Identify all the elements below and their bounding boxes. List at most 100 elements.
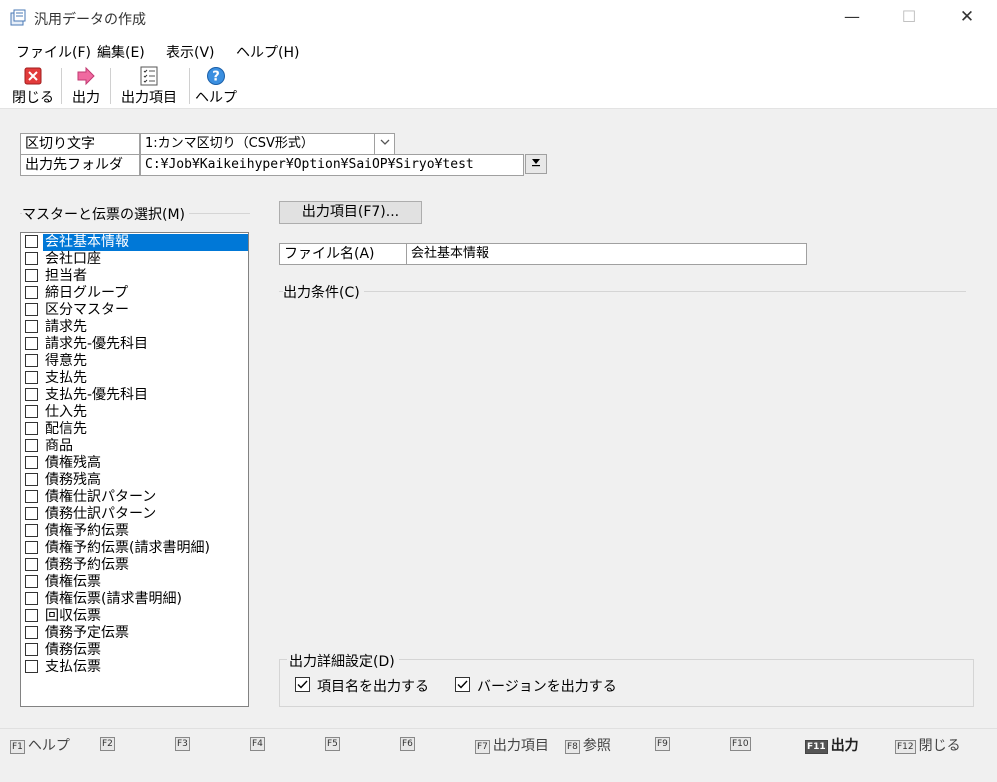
- f8-key-icon: F8: [565, 740, 580, 754]
- list-checkbox[interactable]: [25, 660, 38, 673]
- list-item[interactable]: 債権伝票: [23, 574, 246, 591]
- output-items-tool-button[interactable]: 出力項目: [116, 66, 182, 106]
- output-tool-button[interactable]: 出力: [66, 66, 106, 106]
- list-checkbox[interactable]: [25, 592, 38, 605]
- item-names-label[interactable]: 項目名を出力する: [317, 676, 429, 696]
- delimiter-dropdown-button[interactable]: [374, 133, 395, 155]
- minimize-button[interactable]: —: [829, 0, 875, 36]
- fkey-f6[interactable]: F6: [400, 735, 418, 751]
- list-checkbox[interactable]: [25, 490, 38, 503]
- fkey-f11[interactable]: F11 出力: [805, 735, 859, 755]
- f9-key-icon: F9: [655, 737, 670, 751]
- menu-view[interactable]: 表示(V): [166, 42, 215, 62]
- list-item[interactable]: 債務伝票: [23, 642, 246, 659]
- fkey-f7[interactable]: F7 出力項目: [475, 735, 549, 755]
- list-checkbox[interactable]: [25, 575, 38, 588]
- f3-key-icon: F3: [175, 737, 190, 751]
- fkey-f3[interactable]: F3: [175, 735, 193, 751]
- fkey-f9[interactable]: F9: [655, 735, 673, 751]
- list-item[interactable]: 債務予約伝票: [23, 557, 246, 574]
- list-item[interactable]: 債権伝票(請求書明細): [23, 591, 246, 608]
- fkey-f2[interactable]: F2: [100, 735, 118, 751]
- list-item[interactable]: 商品: [23, 438, 246, 455]
- list-item[interactable]: 回収伝票: [23, 608, 246, 625]
- list-checkbox[interactable]: [25, 626, 38, 639]
- list-item[interactable]: 会社基本情報: [23, 234, 248, 251]
- detail-settings-label: 出力詳細設定(D): [287, 651, 399, 671]
- list-item[interactable]: 債権予約伝票: [23, 523, 246, 540]
- list-checkbox[interactable]: [25, 473, 38, 486]
- list-checkbox[interactable]: [25, 303, 38, 316]
- fkey-f10[interactable]: F10: [730, 735, 754, 751]
- list-checkbox[interactable]: [25, 456, 38, 469]
- folder-input[interactable]: C:¥Job¥Kaikeihyper¥Option¥SaiOP¥Siryo¥te…: [140, 154, 524, 176]
- list-item[interactable]: 得意先: [23, 353, 246, 370]
- checkmark-icon: [297, 680, 308, 689]
- version-checkbox[interactable]: [455, 677, 470, 692]
- list-item[interactable]: 請求先-優先科目: [23, 336, 246, 353]
- help-tool-button[interactable]: ? ヘルプ: [195, 66, 237, 106]
- fkey-f12[interactable]: F12 閉じる: [895, 735, 961, 755]
- maximize-button[interactable]: ☐: [886, 0, 932, 36]
- list-checkbox[interactable]: [25, 422, 38, 435]
- list-checkbox[interactable]: [25, 541, 38, 554]
- list-checkbox[interactable]: [25, 286, 38, 299]
- list-checkbox[interactable]: [25, 405, 38, 418]
- fkey-f4[interactable]: F4: [250, 735, 268, 751]
- f12-key-icon: F12: [895, 740, 916, 754]
- list-item[interactable]: 会社口座: [23, 251, 246, 268]
- list-item[interactable]: 配信先: [23, 421, 246, 438]
- list-checkbox[interactable]: [25, 252, 38, 265]
- master-section-label: マスターと伝票の選択(M): [22, 204, 190, 224]
- list-item[interactable]: 債権予約伝票(請求書明細): [23, 540, 246, 557]
- fkey-f1[interactable]: F1 ヘルプ: [10, 735, 70, 755]
- menu-edit[interactable]: 編集(E): [97, 42, 145, 62]
- list-checkbox[interactable]: [25, 337, 38, 350]
- list-item[interactable]: 担当者: [23, 268, 246, 285]
- list-checkbox[interactable]: [25, 558, 38, 571]
- filename-input[interactable]: 会社基本情報: [406, 243, 807, 265]
- delimiter-select[interactable]: 1:カンマ区切り（CSV形式）: [140, 133, 375, 155]
- app-icon: [9, 9, 27, 27]
- close-tool-button[interactable]: 閉じる: [10, 66, 56, 106]
- list-item[interactable]: 支払先: [23, 370, 246, 387]
- version-label[interactable]: バージョンを出力する: [477, 676, 617, 696]
- folder-browse-button[interactable]: [525, 154, 547, 174]
- master-list[interactable]: 会社基本情報 会社口座 担当者 締日グループ 区分マスター 請求先 請求先-優先…: [20, 232, 249, 707]
- list-item[interactable]: 債務残高: [23, 472, 246, 489]
- fkey-f8[interactable]: F8 参照: [565, 735, 611, 755]
- list-checkbox[interactable]: [25, 354, 38, 367]
- output-items-tool-label: 出力項目: [121, 90, 177, 106]
- list-checkbox[interactable]: [25, 320, 38, 333]
- list-item[interactable]: 請求先: [23, 319, 246, 336]
- list-checkbox[interactable]: [25, 609, 38, 622]
- list-checkbox[interactable]: [25, 439, 38, 452]
- output-items-button[interactable]: 出力項目(F7)...: [279, 201, 422, 224]
- item-names-checkbox[interactable]: [295, 677, 310, 692]
- list-checkbox[interactable]: [25, 371, 38, 384]
- list-checkbox[interactable]: [25, 269, 38, 282]
- menu-help[interactable]: ヘルプ(H): [236, 42, 299, 62]
- list-item[interactable]: 債権仕訳パターン: [23, 489, 246, 506]
- list-item[interactable]: 債務仕訳パターン: [23, 506, 246, 523]
- list-checkbox[interactable]: [25, 507, 38, 520]
- close-window-button[interactable]: ✕: [944, 0, 990, 36]
- fkey-f5[interactable]: F5: [325, 735, 343, 751]
- f10-key-icon: F10: [730, 737, 751, 751]
- fkey-f12-label: 閉じる: [918, 738, 961, 754]
- menu-file[interactable]: ファイル(F): [16, 42, 91, 62]
- list-item[interactable]: 支払伝票: [23, 659, 246, 676]
- list-checkbox[interactable]: [25, 524, 38, 537]
- list-item[interactable]: 債務予定伝票: [23, 625, 246, 642]
- list-checkbox[interactable]: [25, 235, 38, 248]
- close-x-icon: [23, 66, 43, 86]
- list-item[interactable]: 支払先-優先科目: [23, 387, 246, 404]
- list-checkbox[interactable]: [25, 388, 38, 401]
- list-checkbox[interactable]: [25, 643, 38, 656]
- list-item[interactable]: 債権残高: [23, 455, 246, 472]
- list-item[interactable]: 締日グループ: [23, 285, 246, 302]
- list-item[interactable]: 仕入先: [23, 404, 246, 421]
- output-condition-label: 出力条件(C): [283, 282, 364, 302]
- list-item[interactable]: 区分マスター: [23, 302, 246, 319]
- arrow-right-icon: [76, 66, 96, 86]
